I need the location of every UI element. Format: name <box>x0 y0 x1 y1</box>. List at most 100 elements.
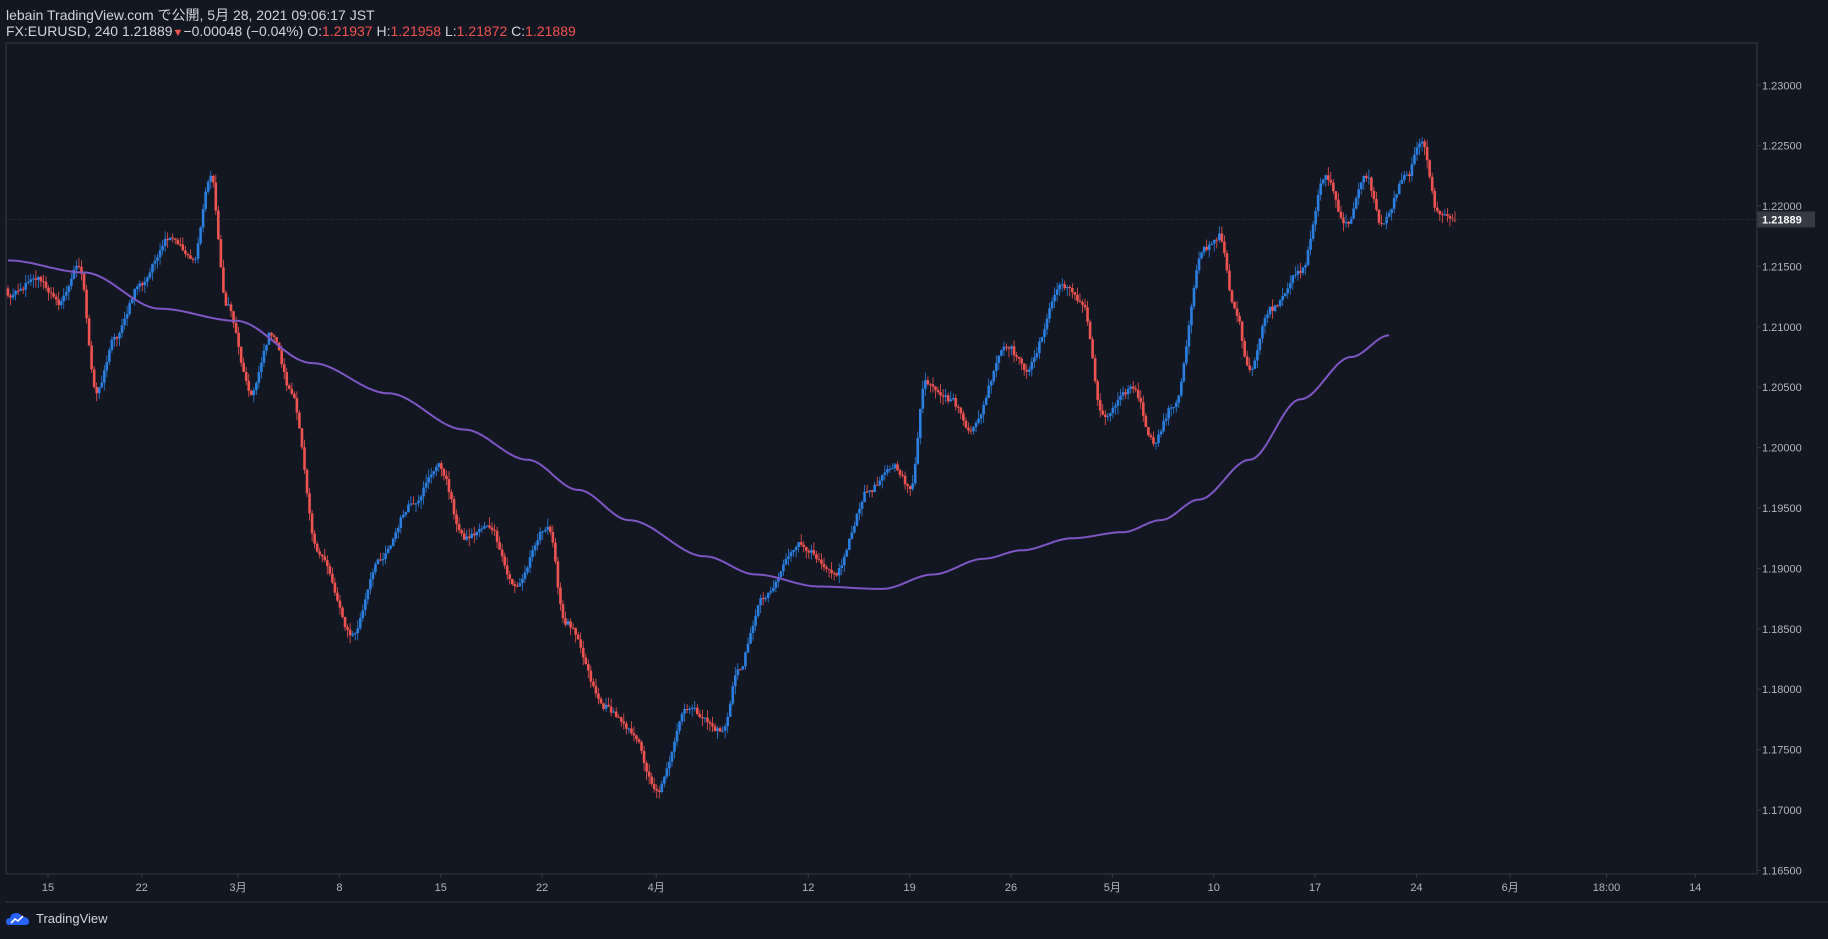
candle-body <box>371 572 375 580</box>
candle-body <box>551 532 555 543</box>
y-tick-label: 1.22500 <box>1762 141 1802 153</box>
candle-body <box>989 381 993 386</box>
x-tick-label: 3月 <box>229 882 246 894</box>
candle-body <box>592 681 595 686</box>
candle-body <box>1154 443 1158 445</box>
candle-body <box>650 776 653 784</box>
candle-body <box>1157 434 1160 444</box>
tradingview-logo[interactable]: TradingView <box>6 911 108 926</box>
candle-body <box>1182 363 1186 382</box>
candle-body <box>992 371 996 382</box>
candle-body <box>1418 143 1421 148</box>
candle-body <box>1205 246 1208 250</box>
candle-body <box>1210 243 1214 245</box>
candle-body <box>1347 222 1350 224</box>
candle-body <box>407 504 410 513</box>
candle-body <box>120 325 124 334</box>
candle-body <box>957 406 960 408</box>
candle-body <box>1141 402 1145 416</box>
candle-body <box>1253 360 1257 369</box>
candle-body <box>6 288 10 296</box>
candle-body <box>769 591 773 593</box>
candle-body <box>528 557 532 568</box>
candle-body <box>158 250 162 258</box>
candle-body <box>607 704 610 707</box>
candle-body <box>903 475 907 485</box>
candle-body <box>77 265 81 267</box>
candle-body <box>1139 397 1143 403</box>
candle-body <box>521 578 524 584</box>
candle-body <box>1027 369 1031 372</box>
candle-body <box>1180 381 1183 396</box>
candle-body <box>1126 388 1130 395</box>
candle-body <box>1359 182 1363 190</box>
candle-body <box>678 721 681 731</box>
candle-body <box>493 530 496 532</box>
candle-body <box>754 616 757 626</box>
cloud-icon <box>6 912 30 925</box>
candle-body <box>440 463 443 469</box>
candle-body <box>1121 392 1125 396</box>
candle-body <box>518 583 522 587</box>
candle-body <box>1162 421 1165 432</box>
candle-body <box>779 571 783 578</box>
candle-body <box>627 728 631 730</box>
candle-body <box>199 227 202 244</box>
candle-body <box>746 643 750 653</box>
candle-body <box>931 384 935 387</box>
candle-body <box>1149 435 1153 438</box>
candle-body <box>123 318 126 326</box>
candle-body <box>414 503 418 505</box>
candle-body <box>1083 304 1087 308</box>
candle-body <box>706 717 709 722</box>
candle-body <box>766 592 770 598</box>
candle-body <box>166 238 169 241</box>
candle-body <box>1164 418 1168 422</box>
x-tick-label: 4月 <box>648 882 665 894</box>
candle-body <box>597 693 600 699</box>
candle-body <box>467 536 471 539</box>
candle-body <box>1071 288 1074 293</box>
candle-body <box>452 499 456 515</box>
candle-body <box>108 350 111 362</box>
candle-body <box>1215 239 1219 241</box>
candle-body <box>29 279 33 282</box>
candle-body <box>1420 141 1424 144</box>
candle-body <box>490 527 494 531</box>
price-chart[interactable]: 1.16500 1.17000 1.17500 1.18000 1.18500 1.190… <box>0 0 1828 939</box>
candle-body <box>1258 338 1262 351</box>
candle-body <box>878 480 882 486</box>
candle-body <box>295 398 299 413</box>
candle-body <box>204 191 207 210</box>
x-tick-label: 14 <box>1689 882 1701 894</box>
candle-body <box>1223 241 1226 254</box>
candle-body <box>369 579 372 590</box>
candle-body <box>44 281 48 288</box>
candle-body <box>1238 315 1241 322</box>
candle-body <box>967 427 970 431</box>
candle-body <box>1040 337 1044 342</box>
candle-body <box>310 513 314 534</box>
candle-body <box>1195 270 1198 288</box>
candle-body <box>191 258 195 260</box>
candle-body <box>764 597 768 600</box>
candle-body <box>936 390 940 393</box>
candle-body <box>429 474 433 478</box>
candle-body <box>338 600 342 608</box>
candle-body <box>21 288 25 290</box>
candle-body <box>1233 301 1236 309</box>
candle-body <box>642 750 646 764</box>
candle-body <box>657 790 661 793</box>
candle-body <box>323 556 327 561</box>
candle-body <box>1091 339 1094 359</box>
candle-body <box>336 592 339 601</box>
candle-body <box>602 703 605 709</box>
candle-body <box>176 239 180 245</box>
candle-body <box>913 463 917 484</box>
candle-body <box>1124 392 1127 395</box>
candle-body <box>858 508 861 514</box>
candle-body <box>113 336 116 340</box>
candle-body <box>1382 223 1386 225</box>
candle-body <box>351 633 354 636</box>
candle-body <box>510 579 514 585</box>
